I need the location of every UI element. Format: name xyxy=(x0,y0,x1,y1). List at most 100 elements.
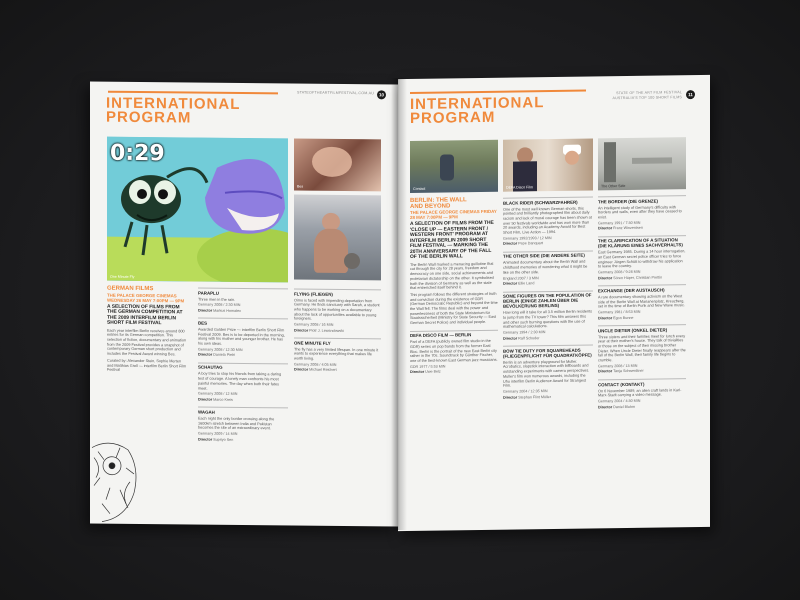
director-label: Director xyxy=(598,226,614,231)
owl-sketch-illustration xyxy=(91,442,137,522)
director-label: Director xyxy=(503,336,519,341)
film-director-line: Director Egon Bunne xyxy=(598,315,686,321)
film-title: DEFA DISCO FILM — BERLIN xyxy=(410,329,498,339)
photo-caption: Bes xyxy=(297,184,304,189)
director-label: Director xyxy=(198,352,214,358)
film-title: THE CLARIFICATION OF A SITUATION (DIE KL… xyxy=(598,234,686,249)
middle-column: PARAPLU Three men in the rain. Germany 200… xyxy=(198,287,288,443)
film-entry: PARAPLU Three men in the rain. Germany 200… xyxy=(198,287,288,314)
film-director-line: Director Ellie Land xyxy=(503,281,593,287)
title-rule xyxy=(108,90,278,94)
film-description: Three men in the rain. xyxy=(198,297,236,302)
title-rule xyxy=(410,89,586,94)
film-entry: ONE MINUTE FLY The fly has a very limited… xyxy=(294,337,381,374)
film-director: Stephan Flint Müller xyxy=(518,394,551,400)
director-label: Director xyxy=(198,308,214,313)
right-column: THE BORDER (DIE GRENZE) An intelligent st… xyxy=(598,195,686,409)
film-director-line: Director Tanja Schwerdtner xyxy=(598,369,686,375)
film-title: SCHAUTAG xyxy=(198,362,288,371)
film-director: Sören Hüper, Christian Prettin xyxy=(613,275,663,280)
photo-boy-water xyxy=(294,194,381,281)
film-director-line: Director Franz Winzentsen xyxy=(598,225,686,231)
section-body-1: The Berlin Wall marked a menacing guillo… xyxy=(410,261,494,291)
film-director: Marco Kreis xyxy=(213,397,233,402)
film-description: One of the most well known German shorts… xyxy=(503,206,592,235)
director-label: Director xyxy=(503,281,519,286)
section-body: Each year interfilm Berlin receives arou… xyxy=(107,328,187,357)
photo-caption: DEFA Disco Film xyxy=(506,185,533,190)
left-column: GERMAN FILMS THE PALACE GEORGE CINEMAS W… xyxy=(107,286,187,374)
film-title: BES xyxy=(198,317,288,327)
film-title: ONE MINUTE FLY xyxy=(294,337,381,347)
film-title: SOME FIGURES ON THE POPULATION OF BERLIN… xyxy=(503,290,593,309)
film-director: Ralf Schuder xyxy=(518,335,540,341)
film-entry: EXCHANGE (DER AUSTAUSCH) A rare documenta… xyxy=(598,284,686,320)
director-label: Director xyxy=(598,275,614,281)
director-label: Director xyxy=(294,328,310,333)
film-meta: Germany 2008 / 2:30 MIN xyxy=(198,302,241,308)
cartoon-image: 0:29 One Minute Fly xyxy=(107,136,288,283)
page-title-line-2: PROGRAM xyxy=(410,108,496,128)
section-lead: A SELECTION OF FILMS FROM THE 'CLOSE UP … xyxy=(410,221,494,261)
film-title: EXCHANGE (DER AUSTAUSCH) xyxy=(598,284,686,294)
film-director: Ellie Land xyxy=(518,281,535,286)
film-description: An intelligent study of Germany's diffic… xyxy=(598,204,682,220)
film-entry: THE OTHER SIDE (DIE ANDERE SEITE) Animate… xyxy=(503,250,593,286)
film-meta: Germany 2009 / 14 MIN xyxy=(198,431,238,436)
film-description: Awarded Golden Prize — interfilm Berlin … xyxy=(198,327,285,346)
left-column: BERLIN: THE WALL AND BEYOND THE PALACE G… xyxy=(410,197,498,375)
film-director: Piotr J. Lewandowski xyxy=(309,328,344,333)
film-director: Markus Homatec xyxy=(213,308,242,313)
film-entry: UNCLE DIETER (ONKEL DIETER) Three sisters… xyxy=(598,324,686,374)
film-title: CONTACT (KONTAKT) xyxy=(598,378,686,387)
director-label: Director xyxy=(294,367,310,373)
film-director: Egon Bunne xyxy=(613,315,634,320)
film-description: Three sisters and their families meet fo… xyxy=(598,333,686,363)
film-entry: BOW TIE DUTY FOR SQUAREHEADS (FLIEGENPFL… xyxy=(503,344,593,400)
image-caption: One Minute Fly xyxy=(110,274,135,279)
film-director-line: Director Supriyo Sen xyxy=(198,437,288,442)
film-director: Daniel Bluhm xyxy=(613,404,636,409)
director-label: Director xyxy=(198,437,214,442)
film-director-line: Director Marco Kreis xyxy=(198,397,288,402)
film-title: THE BORDER (DIE GRENZE) xyxy=(598,195,686,204)
director-label: Director xyxy=(598,404,614,409)
section-venue: THE PALACE GEORGE CINEMAS FRIDAY 28 MAY … xyxy=(410,208,497,221)
director-label: Director xyxy=(410,370,426,375)
film-description: How long will it take for all 3.5 millio… xyxy=(503,309,593,330)
film-director-line: Director Uwe Belz xyxy=(410,369,498,375)
film-director: Uwe Belz xyxy=(425,370,441,375)
film-description: Berlin is an adventure playground for Mu… xyxy=(503,359,590,388)
photo-caption: The Other Side xyxy=(601,184,626,189)
film-title: BOW TIE DUTY FOR SQUAREHEADS (FLIEGENPFL… xyxy=(503,344,593,359)
director-label: Director xyxy=(598,369,614,374)
director-label: Director xyxy=(198,397,214,402)
film-director: Daniela Pietri xyxy=(213,353,236,358)
right-page: STATE OF THE ART FILM FESTIVAL AUSTRALIA… xyxy=(398,74,710,532)
photo-contact: Contact xyxy=(410,139,498,194)
magazine-spread-background: STATEOFTHEARTFILMFESTIVAL.COM.AU 10 INTE… xyxy=(0,0,800,600)
film-director: Tanja Schwerdtner xyxy=(613,369,644,374)
film-director-line: Director Sören Hüper, Christian Prettin xyxy=(598,275,686,281)
film-entry: WAGAH Each night the only border crossing… xyxy=(198,406,288,443)
film-meta: Germany 2008 / 4:05 MIN xyxy=(294,362,337,367)
film-description: A boy tries to stop his friends from tak… xyxy=(198,371,282,391)
film-title: UNCLE DIETER (ONKEL DIETER) xyxy=(598,324,686,333)
film-director-line: Director Piotr J. Lewandowski xyxy=(294,328,381,333)
section-lead: A SELECTION OF FILMS FROM THE GERMAN COM… xyxy=(107,304,183,327)
film-entry: BES Awarded Golden Prize — interfilm Berl… xyxy=(198,317,288,358)
section-venue: THE PALACE GEORGE CINEMAS WEDNESDAY 26 M… xyxy=(107,292,185,304)
film-description: Oimo is faced with impending deportation… xyxy=(294,297,380,321)
page-title: INTERNATIONAL PROGRAM xyxy=(410,94,544,128)
film-entry: SOME FIGURES ON THE POPULATION OF BERLIN… xyxy=(503,290,593,341)
countdown-timer: 0:29 xyxy=(110,140,165,167)
director-label: Director xyxy=(503,395,519,400)
film-description: Animated documentary about the Berlin Wa… xyxy=(503,259,588,275)
film-entry: THE CLARIFICATION OF A SITUATION (DIE KL… xyxy=(598,234,686,281)
film-title: PARAPLU xyxy=(198,287,288,296)
film-description: On 6 November 1989, an alien craft lands… xyxy=(598,387,682,398)
film-entry: SCHAUTAG A boy tries to stop his friends … xyxy=(198,362,288,402)
running-header: STATE OF THE ART FILM FESTIVAL AUSTRALIA… xyxy=(612,90,682,100)
film-director: Pepe Danquart xyxy=(518,241,543,246)
photo-caption: Contact xyxy=(413,186,426,191)
